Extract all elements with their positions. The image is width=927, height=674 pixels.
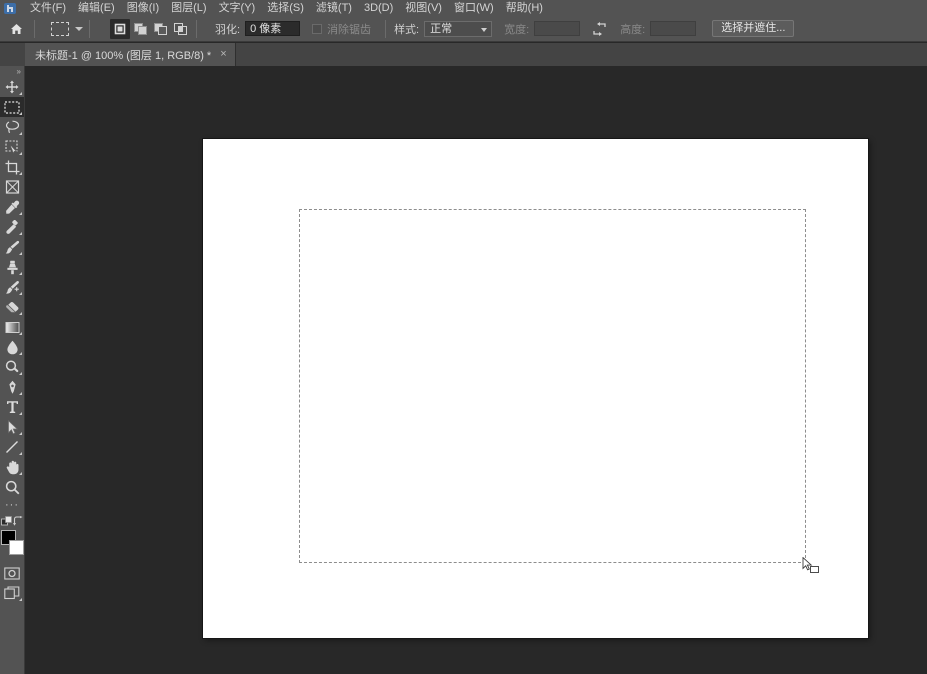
history-brush-tool[interactable] — [0, 277, 24, 297]
tools-panel: » ··· — [0, 66, 25, 674]
style-label: 样式: — [394, 23, 420, 36]
flyout-indicator-icon — [19, 598, 22, 601]
tools-panel-expander[interactable]: » — [0, 66, 24, 77]
subtract-from-selection-button[interactable] — [150, 19, 170, 39]
flyout-indicator-icon — [19, 172, 22, 175]
color-swatches — [0, 529, 24, 559]
flyout-indicator-icon — [19, 412, 22, 415]
style-select[interactable]: 正常 — [424, 20, 493, 37]
flyout-indicator-icon — [19, 212, 22, 215]
line-tool[interactable] — [0, 437, 24, 457]
pen-tool[interactable] — [0, 377, 24, 397]
eyedropper-tool[interactable] — [0, 197, 24, 217]
menu-bar: 文件(F) 编辑(E) 图像(I) 图层(L) 文字(Y) 选择(S) 滤镜(T… — [0, 0, 927, 16]
flyout-indicator-icon — [19, 252, 22, 255]
flyout-indicator-icon — [19, 232, 22, 235]
flyout-indicator-icon — [19, 392, 22, 395]
flyout-indicator-icon — [19, 372, 22, 375]
feather-label: 羽化: — [215, 23, 241, 36]
eraser-tool[interactable] — [0, 297, 24, 317]
flyout-indicator-icon — [19, 152, 22, 155]
document-tab-bar: 未标题-1 @ 100% (图层 1, RGB/8) * × — [0, 43, 927, 67]
style-select-value: 正常 — [430, 22, 453, 35]
menu-help[interactable]: 帮助(H) — [500, 0, 549, 16]
height-input[interactable] — [650, 21, 697, 36]
height-label: 高度: — [620, 23, 646, 36]
color-controls-row — [0, 513, 24, 529]
marching-ants-selection — [299, 209, 806, 563]
clone-stamp-tool[interactable] — [0, 257, 24, 277]
quick-mask-button[interactable] — [0, 563, 24, 583]
divider — [89, 19, 90, 38]
flyout-indicator-icon — [19, 112, 22, 115]
more-tools-button[interactable]: ··· — [0, 497, 24, 513]
flyout-indicator-icon — [19, 472, 22, 475]
brush-tool[interactable] — [0, 237, 24, 257]
menu-select[interactable]: 选择(S) — [261, 0, 310, 16]
menu-layer[interactable]: 图层(L) — [165, 0, 212, 16]
divider — [196, 19, 197, 38]
chevron-down-icon[interactable] — [75, 26, 83, 31]
rectangular-marquee-tool[interactable] — [0, 97, 24, 117]
flyout-indicator-icon — [19, 292, 22, 295]
antialias-label: 消除锯齿 — [327, 23, 372, 36]
path-selection-tool[interactable] — [0, 417, 24, 437]
gradient-tool[interactable] — [0, 317, 24, 337]
photoshop-logo-icon[interactable] — [2, 1, 18, 15]
menu-type[interactable]: 文字(Y) — [213, 0, 262, 16]
zoom-tool[interactable] — [0, 477, 24, 497]
tool-preset-picker[interactable] — [51, 21, 83, 36]
width-label: 宽度: — [504, 23, 530, 36]
rectangular-marquee-icon — [51, 21, 69, 36]
divider — [34, 19, 35, 38]
quick-selection-tool[interactable] — [0, 137, 24, 157]
menu-window[interactable]: 窗口(W) — [448, 0, 500, 16]
flyout-indicator-icon — [19, 92, 22, 95]
add-to-selection-button[interactable] — [130, 19, 150, 39]
frame-tool[interactable] — [0, 177, 24, 197]
menu-file[interactable]: 文件(F) — [24, 0, 72, 16]
document-tab[interactable]: 未标题-1 @ 100% (图层 1, RGB/8) * × — [25, 43, 236, 66]
home-icon[interactable] — [4, 17, 28, 41]
flyout-indicator-icon — [19, 272, 22, 275]
document-tab-title: 未标题-1 @ 100% (图层 1, RGB/8) * — [35, 49, 212, 62]
screen-mode-button[interactable] — [0, 583, 24, 603]
swap-width-height-icon[interactable] — [590, 20, 608, 38]
photoshop-window: 文件(F) 编辑(E) 图像(I) 图层(L) 文字(Y) 选择(S) 滤镜(T… — [0, 0, 927, 674]
lasso-tool[interactable] — [0, 117, 24, 137]
spot-healing-brush-tool[interactable] — [0, 217, 24, 237]
selection-mode-group — [110, 18, 190, 39]
document-workspace[interactable] — [25, 66, 927, 674]
crop-tool[interactable] — [0, 157, 24, 177]
select-and-mask-button[interactable]: 选择并遮住... — [712, 20, 795, 37]
intersect-selection-button[interactable] — [170, 19, 190, 39]
new-selection-button[interactable] — [110, 18, 130, 39]
chevron-down-icon — [481, 27, 488, 32]
menu-image[interactable]: 图像(I) — [121, 0, 165, 16]
double-chevron-icon: » — [16, 66, 21, 76]
flyout-indicator-icon — [19, 452, 22, 455]
close-icon[interactable]: × — [220, 49, 226, 60]
flyout-indicator-icon — [19, 312, 22, 315]
antialias-checkbox[interactable] — [312, 23, 323, 34]
flyout-indicator-icon — [19, 432, 22, 435]
feather-input[interactable]: 0 像素 — [245, 21, 301, 36]
move-tool[interactable] — [0, 77, 24, 97]
hand-tool[interactable] — [0, 457, 24, 477]
flyout-indicator-icon — [19, 352, 22, 355]
blur-tool[interactable] — [0, 337, 24, 357]
divider — [385, 19, 387, 38]
menu-view[interactable]: 视图(V) — [399, 0, 448, 16]
width-input[interactable] — [534, 21, 581, 36]
horizontal-type-tool[interactable] — [0, 397, 24, 417]
options-bar: 羽化: 0 像素 消除锯齿 样式: 正常 宽度: 高度: 选择并遮住... — [0, 16, 927, 42]
menu-3d[interactable]: 3D(D) — [358, 0, 399, 16]
menu-filter[interactable]: 滤镜(T) — [310, 0, 358, 16]
flyout-indicator-icon — [19, 332, 22, 335]
menu-edit[interactable]: 编辑(E) — [72, 0, 121, 16]
background-color-swatch[interactable] — [9, 540, 24, 555]
canvas[interactable] — [203, 139, 868, 638]
flyout-indicator-icon — [19, 132, 22, 135]
dodge-tool[interactable] — [0, 357, 24, 377]
